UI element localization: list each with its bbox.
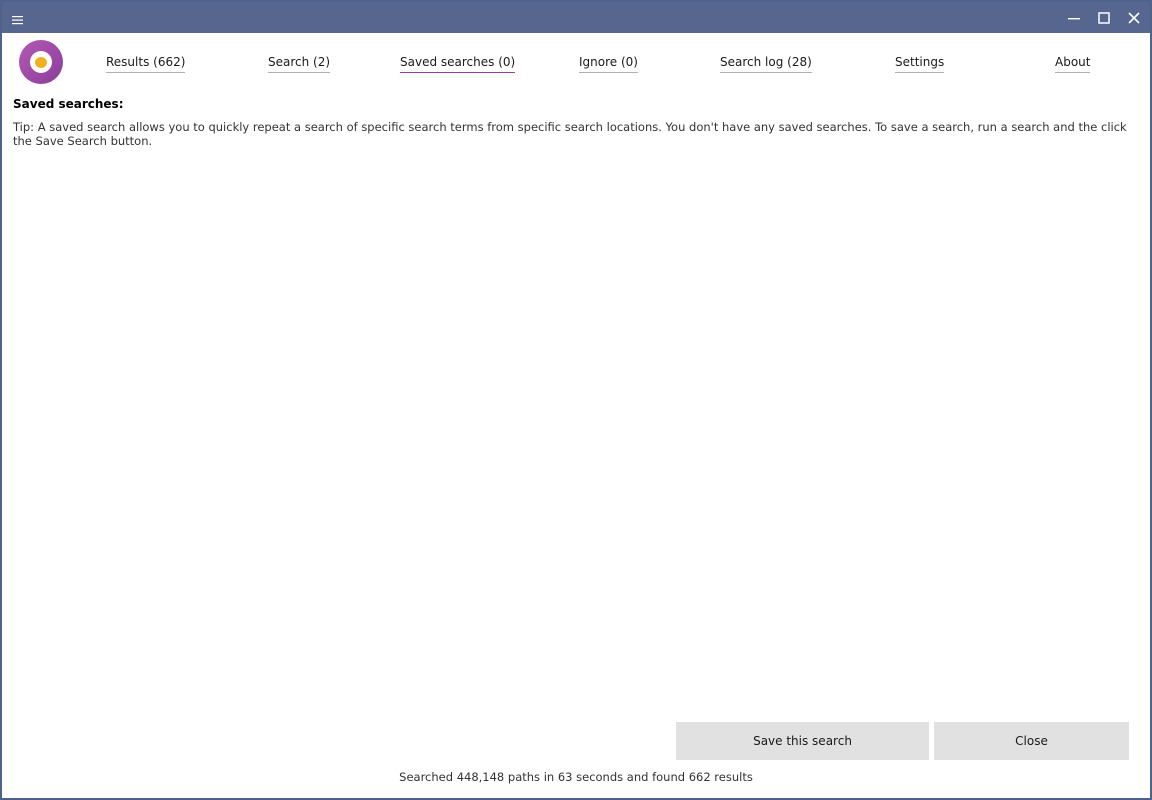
tab-about[interactable]: About bbox=[1055, 54, 1091, 73]
minimize-icon bbox=[1068, 18, 1080, 20]
close-button[interactable]: Close bbox=[934, 722, 1129, 760]
tab-ignore[interactable]: Ignore (0) bbox=[579, 54, 638, 73]
tab-search[interactable]: Search (2) bbox=[268, 54, 331, 73]
tab-settings[interactable]: Settings bbox=[895, 54, 945, 73]
close-icon bbox=[1128, 12, 1140, 24]
app-logo bbox=[19, 40, 63, 84]
status-text: Searched 448,148 paths in 63 seconds and… bbox=[399, 770, 753, 784]
page-title: Saved searches: bbox=[13, 97, 124, 111]
close-window-button[interactable] bbox=[1119, 2, 1149, 33]
maximize-button[interactable] bbox=[1089, 2, 1119, 33]
app-window: Results (662) Search (2) Saved searches … bbox=[0, 0, 1152, 800]
tab-search-log[interactable]: Search log (28) bbox=[720, 54, 812, 73]
hamburger-menu-icon[interactable] bbox=[12, 11, 24, 25]
save-this-search-button[interactable]: Save this search bbox=[676, 722, 929, 760]
tab-saved-searches[interactable]: Saved searches (0) bbox=[400, 54, 516, 73]
maximize-icon bbox=[1098, 12, 1110, 24]
tab-results[interactable]: Results (662) bbox=[106, 54, 186, 73]
tip-text: Tip: A saved search allows you to quickl… bbox=[13, 120, 1127, 148]
title-bar bbox=[2, 2, 1150, 33]
minimize-button[interactable] bbox=[1059, 2, 1089, 33]
